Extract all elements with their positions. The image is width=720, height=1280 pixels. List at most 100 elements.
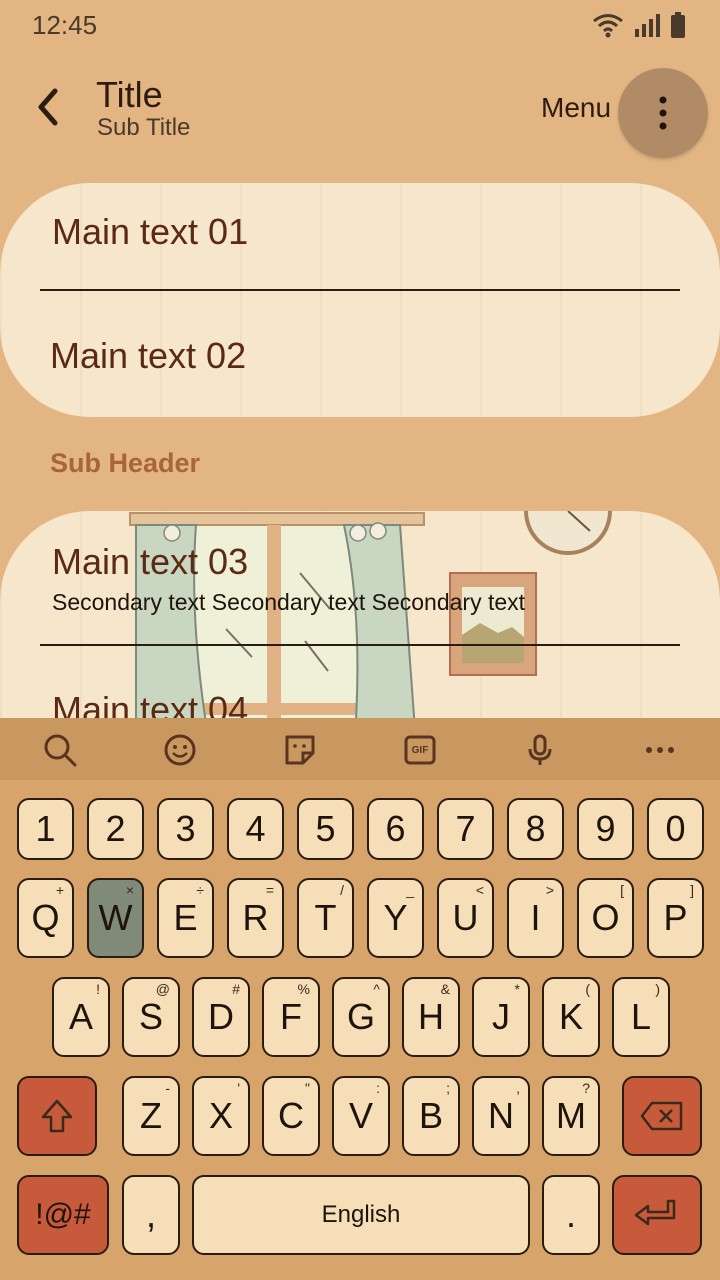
key-z[interactable]: Z- [122,1076,180,1156]
key-9[interactable]: 9 [577,798,634,860]
key-k[interactable]: K( [542,977,600,1057]
emoji-button[interactable] [160,730,200,770]
key-q[interactable]: Q + [17,878,74,958]
key-m[interactable]: M? [542,1076,600,1156]
key-4[interactable]: 4 [227,798,284,860]
list-item-main-03[interactable]: Main text 03 [52,541,248,583]
back-button[interactable] [28,84,68,130]
page-subtitle: Sub Title [97,114,191,141]
key-g[interactable]: G ^ [332,977,390,1057]
list-divider [40,644,680,646]
key-3[interactable]: 3 [157,798,214,860]
symbols-key[interactable]: !@# [17,1175,109,1255]
key-label: T [314,897,337,938]
key-label: D [208,996,234,1037]
key-label: Q [31,897,60,938]
list-divider [40,289,680,291]
key-s[interactable]: S @ [122,977,180,1057]
gif-button[interactable]: GIF [400,730,440,770]
battery-icon [671,12,685,38]
keyboard-search-button[interactable] [40,730,80,770]
key-hint: × [125,882,134,898]
signal-icon [635,14,660,37]
key-u[interactable]: U < [437,878,494,958]
more-options-button[interactable] [618,68,708,158]
comma-key[interactable]: , [122,1175,180,1255]
enter-icon [634,1199,676,1226]
key-d[interactable]: D # [192,977,250,1057]
chevron-left-icon [38,88,58,126]
menu-button[interactable]: Menu [541,92,611,124]
key-label: I [530,897,541,938]
key-label: F [280,996,302,1037]
key-8[interactable]: 8 [507,798,564,860]
key-j[interactable]: J * [472,977,530,1057]
key-7[interactable]: 7 [437,798,494,860]
key-hint: % [297,981,310,997]
key-hint: ; [446,1080,450,1096]
keyboard-more-button[interactable] [640,730,680,770]
backspace-icon [640,1101,683,1131]
key-label: A [68,996,93,1037]
key-label: N [488,1095,514,1136]
key-b[interactable]: B; [402,1076,460,1156]
key-6[interactable]: 6 [367,798,424,860]
key-a[interactable]: A! [52,977,110,1057]
key-p[interactable]: P] [647,878,704,958]
shift-key[interactable] [17,1076,97,1156]
key-5[interactable]: 5 [297,798,354,860]
key-x[interactable]: X ' [192,1076,250,1156]
key-f[interactable]: F% [262,977,320,1057]
key-label: O [591,897,620,938]
key-h[interactable]: H & [402,977,460,1057]
emoji-icon [164,734,196,766]
key-n[interactable]: N, [472,1076,530,1156]
list-item-main-01[interactable]: Main text 01 [52,211,248,253]
sticker-icon [285,735,315,765]
key-2[interactable]: 2 [87,798,144,860]
key-label: Z [140,1095,162,1136]
key-hint: [ [620,882,624,898]
key-hint: @ [155,981,170,997]
key-hint: > [545,882,554,898]
key-hint: ^ [373,981,380,997]
key-w[interactable]: W × [87,878,144,958]
enter-key[interactable] [612,1175,702,1255]
key-label: M [556,1095,586,1136]
status-time: 12:45 [32,10,98,40]
key-i[interactable]: I > [507,878,564,958]
status-bar: 12:45 [0,0,720,52]
key-e[interactable]: E ÷ [157,878,214,958]
page-title: Title [96,74,163,115]
backspace-key[interactable] [622,1076,702,1156]
key-hint: = [265,882,274,898]
sub-header: Sub Header [50,448,201,478]
mic-icon [528,734,552,765]
key-0[interactable]: 0 [647,798,704,860]
key-y[interactable]: Y _ [367,878,424,958]
key-hint: ] [690,882,694,898]
key-c[interactable]: C " [262,1076,320,1156]
period-key[interactable]: . [542,1175,600,1255]
list-item-main-02[interactable]: Main text 02 [50,335,246,377]
key-hint: ? [582,1080,590,1096]
key-t[interactable]: T / [297,878,354,958]
key-o[interactable]: O[ [577,878,634,958]
key-l[interactable]: L) [612,977,670,1057]
key-label: R [242,897,269,938]
key-hint: # [232,981,240,997]
key-label: L [630,996,652,1037]
space-key[interactable]: English [192,1175,530,1255]
key-v[interactable]: V: [332,1076,390,1156]
status-icons [592,12,686,38]
key-hint: / [340,882,344,898]
key-label: V [348,1095,373,1136]
key-hint: , [516,1080,520,1096]
voice-input-button[interactable] [520,730,560,770]
key-label: S [138,996,163,1037]
sticker-button[interactable] [280,730,320,770]
key-1[interactable]: 1 [17,798,74,860]
more-horiz-icon [646,747,674,753]
key-label: C [278,1095,304,1136]
key-r[interactable]: R = [227,878,284,958]
